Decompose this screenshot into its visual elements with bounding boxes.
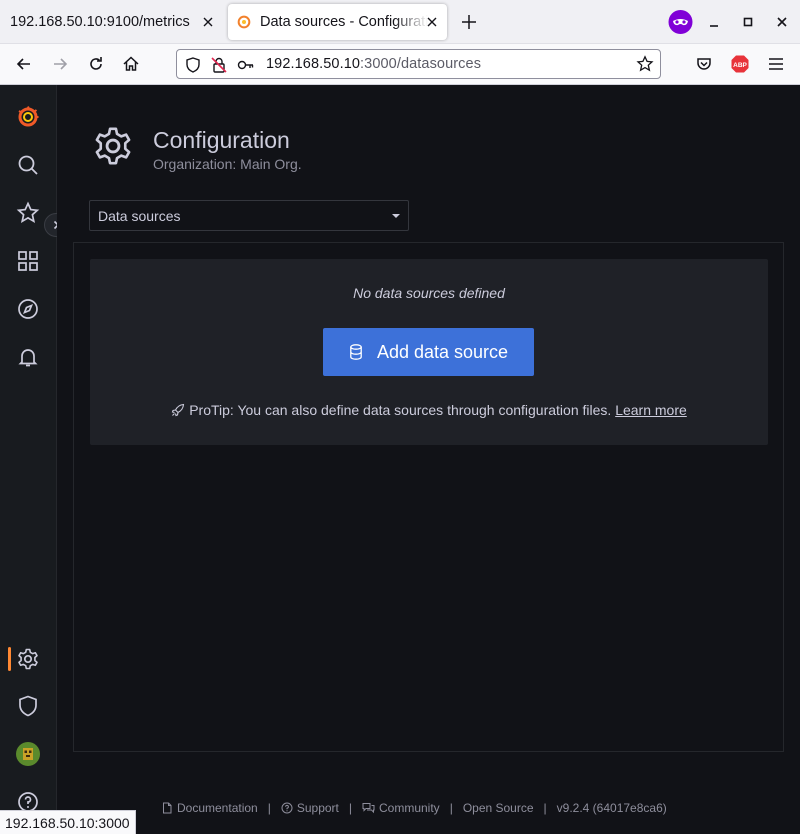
footer-separator: | xyxy=(348,801,352,815)
adblock-plus-icon[interactable]: ABP xyxy=(730,54,750,74)
close-icon[interactable] xyxy=(424,14,440,30)
protip: ProTip: You can also define data sources… xyxy=(90,402,768,418)
section-select[interactable]: Data sources xyxy=(89,200,409,231)
dashboards-icon[interactable] xyxy=(16,249,40,273)
alerting-icon[interactable] xyxy=(16,345,40,369)
datasources-panel: No data sources defined Add data source … xyxy=(73,242,784,752)
server-admin-shield-icon[interactable] xyxy=(16,694,40,718)
main-content: Configuration Organization: Main Org. Da… xyxy=(57,85,800,834)
question-circle-icon xyxy=(281,802,293,814)
grafana-logo[interactable] xyxy=(16,105,40,129)
database-icon xyxy=(350,344,362,360)
tab-title: 192.168.50.10:9100/metrics xyxy=(10,14,190,30)
bookmark-star-icon[interactable] xyxy=(636,55,654,73)
tab-metrics[interactable]: 192.168.50.10:9100/metrics xyxy=(0,0,222,44)
key-icon[interactable] xyxy=(237,57,255,73)
url-host: 192.168.50.10 xyxy=(266,56,361,72)
grafana-favicon-icon xyxy=(237,15,251,29)
footer: Documentation | Support | Community | Op… xyxy=(161,801,667,815)
page-subtitle: Organization: Main Org. xyxy=(153,156,302,172)
configuration-icon[interactable] xyxy=(16,647,40,671)
hamburger-menu-icon[interactable] xyxy=(766,54,786,74)
close-window-icon[interactable] xyxy=(774,14,790,30)
caret-down-icon xyxy=(392,214,400,218)
footer-community-link[interactable]: Community xyxy=(362,801,440,815)
insecure-lock-icon[interactable] xyxy=(210,56,228,74)
svg-text:ABP: ABP xyxy=(733,62,747,69)
active-indicator xyxy=(8,647,11,671)
url-bar[interactable]: 192.168.50.10:3000/datasources xyxy=(176,49,661,79)
back-arrow-icon[interactable] xyxy=(14,54,34,74)
footer-community-label: Community xyxy=(379,801,440,815)
protip-text: ProTip: You can also define data sources… xyxy=(189,402,612,418)
learn-more-link[interactable]: Learn more xyxy=(615,402,687,418)
footer-support-label: Support xyxy=(296,801,339,815)
tab-title: Data sources - Configuration - Grafana xyxy=(260,14,428,30)
comments-icon xyxy=(362,803,375,814)
maximize-icon[interactable] xyxy=(740,14,756,30)
home-icon[interactable] xyxy=(121,54,141,74)
private-browsing-mask-icon[interactable] xyxy=(668,10,693,34)
link-status-bar: 192.168.50.10:3000 xyxy=(0,810,136,834)
close-icon[interactable] xyxy=(200,14,216,30)
footer-open-source-link[interactable]: Open Source xyxy=(463,801,534,815)
browser-nav-bar: 192.168.50.10:3000/datasources ABP xyxy=(0,44,800,85)
profile-avatar[interactable] xyxy=(16,742,40,766)
grafana-sidebar xyxy=(0,85,68,834)
minimize-icon[interactable] xyxy=(706,14,722,30)
configuration-gear-icon xyxy=(95,127,131,165)
page-title: Configuration xyxy=(153,127,290,153)
footer-version[interactable]: v9.2.4 (64017e8ca6) xyxy=(557,801,667,815)
forward-arrow-icon[interactable] xyxy=(50,54,70,74)
footer-separator: | xyxy=(267,801,271,815)
shield-tracking-icon[interactable] xyxy=(184,56,202,74)
footer-separator: | xyxy=(449,801,453,815)
section-select-value: Data sources xyxy=(98,208,181,224)
browser-tab-bar: 192.168.50.10:9100/metrics Data sources … xyxy=(0,0,800,44)
starred-icon[interactable] xyxy=(16,201,40,225)
empty-message: No data sources defined xyxy=(353,285,505,301)
rocket-icon xyxy=(171,403,185,417)
footer-documentation-link[interactable]: Documentation xyxy=(161,801,258,815)
reload-icon[interactable] xyxy=(86,54,106,74)
footer-documentation-label: Documentation xyxy=(177,801,258,815)
url-path: :3000/datasources xyxy=(360,56,482,72)
url-text[interactable]: 192.168.50.10:3000/datasources xyxy=(266,56,481,72)
new-tab-icon[interactable] xyxy=(459,12,479,32)
document-icon xyxy=(163,802,172,814)
search-icon[interactable] xyxy=(16,153,40,177)
tab-data-sources[interactable]: Data sources - Configuration - Grafana xyxy=(228,4,447,40)
add-data-source-button[interactable]: Add data source xyxy=(323,328,534,376)
empty-list-card: No data sources defined Add data source … xyxy=(90,259,768,445)
footer-support-link[interactable]: Support xyxy=(281,801,339,815)
footer-separator: | xyxy=(543,801,547,815)
pocket-icon[interactable] xyxy=(694,54,714,74)
add-data-source-label: Add data source xyxy=(376,341,509,362)
explore-icon[interactable] xyxy=(16,297,40,321)
